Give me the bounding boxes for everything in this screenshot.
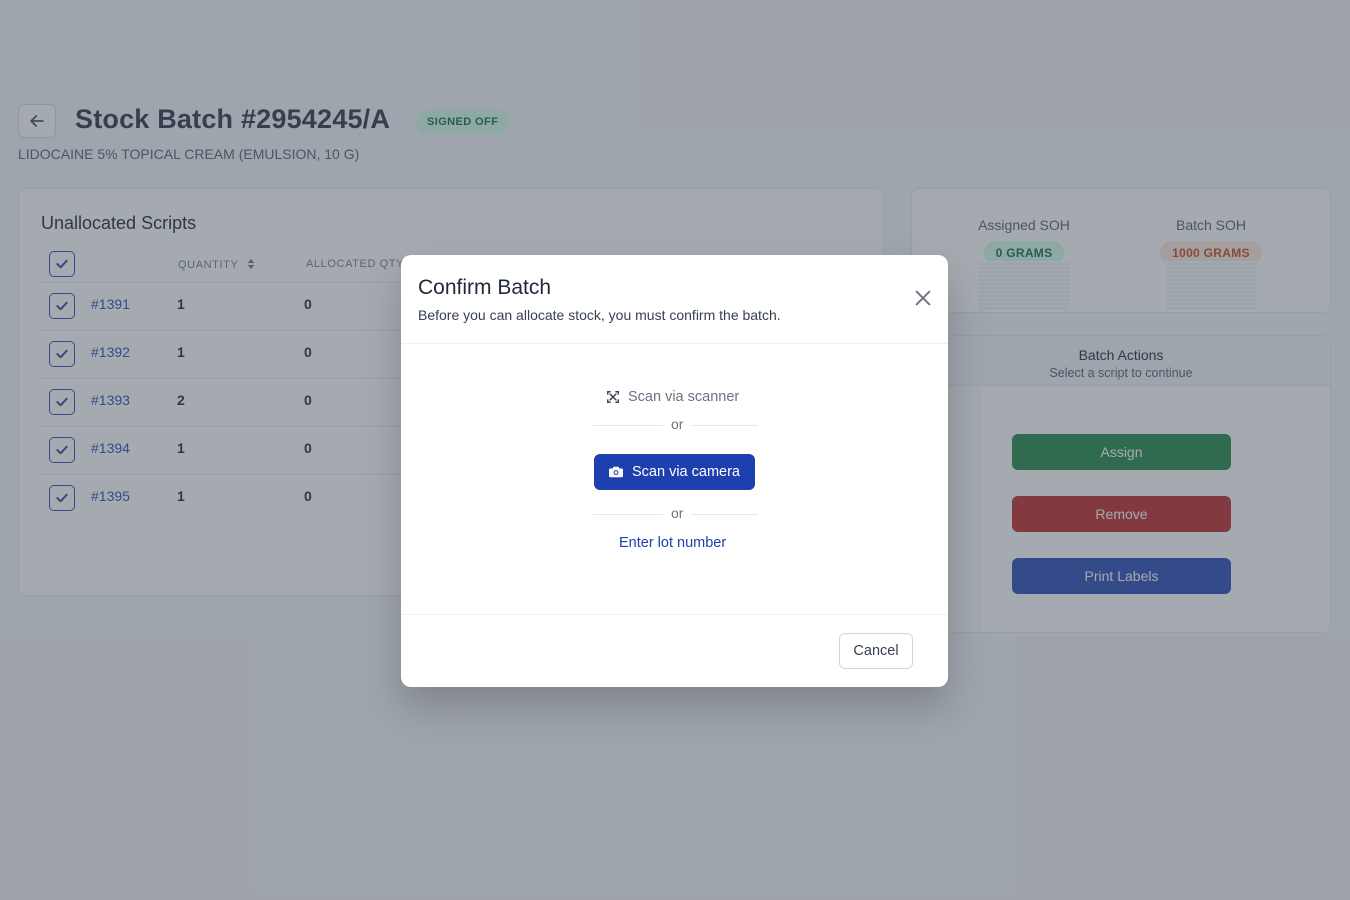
confirm-batch-modal: Confirm Batch Before you can allocate st… bbox=[401, 255, 948, 687]
close-icon[interactable] bbox=[912, 287, 934, 309]
cancel-button[interactable]: Cancel bbox=[839, 633, 913, 669]
modal-title: Confirm Batch bbox=[418, 276, 552, 299]
or-text: or bbox=[663, 505, 692, 521]
modal-divider bbox=[401, 343, 948, 344]
or-divider: or bbox=[593, 415, 758, 435]
scan-icon bbox=[607, 391, 619, 403]
camera-icon bbox=[609, 466, 623, 478]
or-text: or bbox=[663, 416, 692, 432]
scan-via-camera-label: Scan via camera bbox=[632, 464, 740, 480]
scan-via-scanner[interactable]: Scan via scanner bbox=[606, 389, 739, 405]
scan-via-camera-button[interactable]: Scan via camera bbox=[594, 454, 755, 490]
enter-lot-number-link[interactable]: Enter lot number bbox=[619, 535, 726, 551]
or-divider: or bbox=[593, 504, 758, 524]
modal-divider bbox=[401, 614, 948, 615]
modal-description: Before you can allocate stock, you must … bbox=[418, 307, 781, 323]
scan-via-scanner-label: Scan via scanner bbox=[628, 389, 740, 405]
